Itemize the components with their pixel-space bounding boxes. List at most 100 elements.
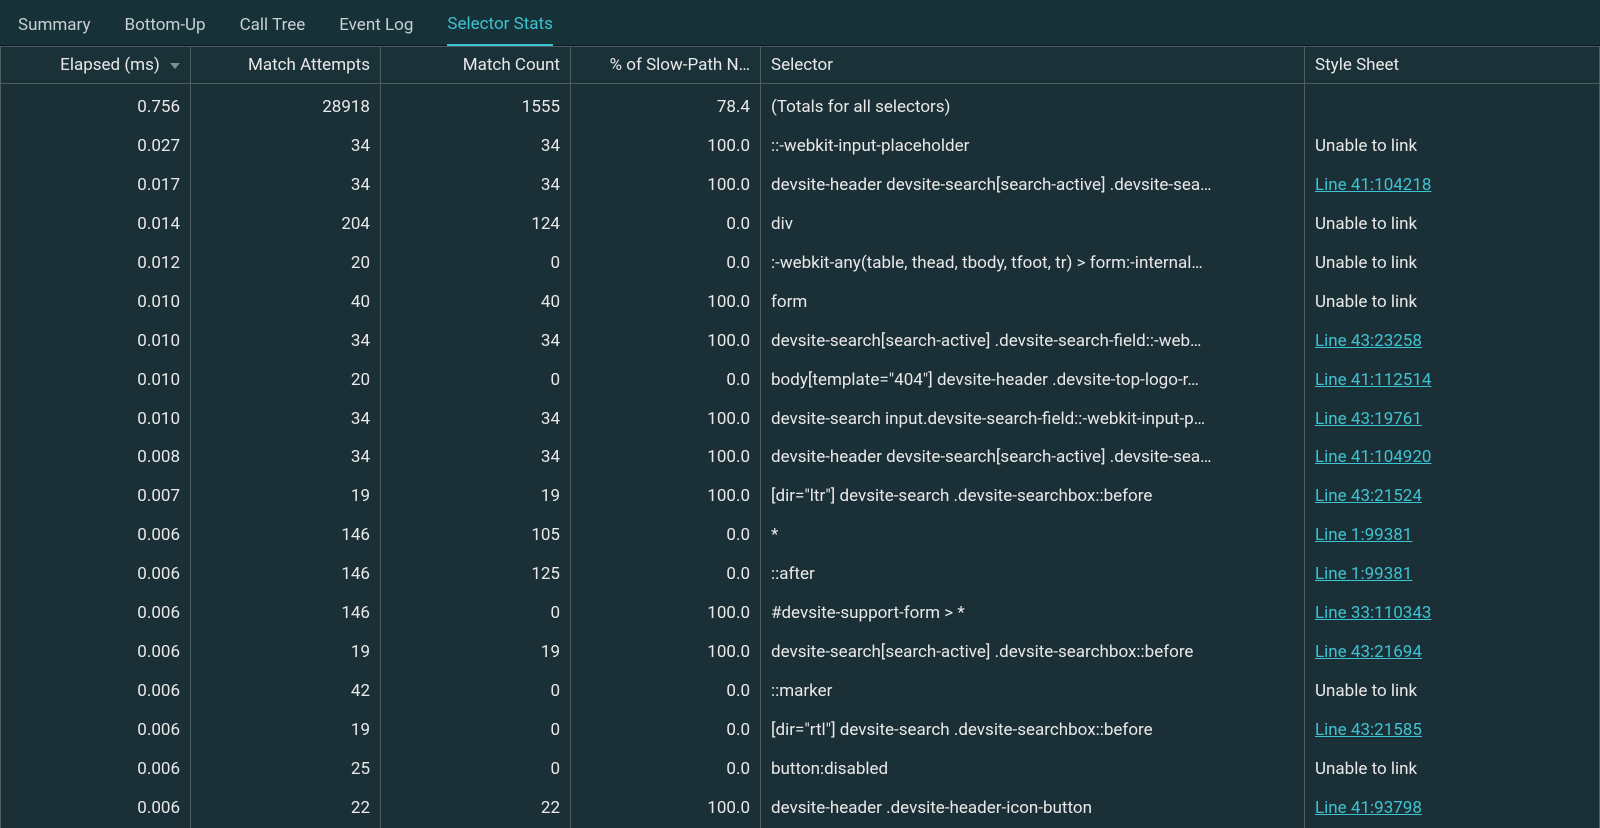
stylesheet-unable: Unable to link [1315, 292, 1417, 312]
cell-match-attempts: 34 [191, 400, 381, 439]
cell-match-count: 0 [381, 361, 571, 400]
cell-match-count: 19 [381, 633, 571, 672]
table-row[interactable]: 0.0062222100.0devsite-header .devsite-he… [1, 789, 1600, 828]
table-row[interactable]: 0.0122000.0:-webkit-any(table, thead, tb… [1, 244, 1600, 283]
cell-slow-path: 0.0 [571, 244, 761, 283]
table-row[interactable]: 0.0061919100.0devsite-search[search-acti… [1, 633, 1600, 672]
cell-elapsed: 0.756 [1, 84, 191, 127]
table-row[interactable]: 0.0061900.0[dir="rtl"] devsite-search .d… [1, 711, 1600, 750]
tab-bottom-up[interactable]: Bottom-Up [124, 9, 205, 45]
col-header-label: Match Attempts [248, 55, 370, 75]
cell-selector: devsite-header devsite-search[search-act… [761, 438, 1305, 477]
cell-match-count: 40 [381, 283, 571, 322]
tab-call-tree[interactable]: Call Tree [240, 9, 306, 45]
cell-match-count: 19 [381, 477, 571, 516]
cell-stylesheet: Line 1:99381 [1305, 516, 1600, 555]
table-row[interactable]: 0.0102000.0body[template="404"] devsite-… [1, 361, 1600, 400]
cell-slow-path: 100.0 [571, 400, 761, 439]
stylesheet-link[interactable]: Line 41:104218 [1315, 175, 1431, 195]
cell-match-attempts: 146 [191, 516, 381, 555]
col-header-stylesheet[interactable]: Style Sheet [1305, 47, 1600, 84]
table-row[interactable]: 0.0071919100.0[dir="ltr"] devsite-search… [1, 477, 1600, 516]
stylesheet-link[interactable]: Line 43:19761 [1315, 409, 1422, 429]
sort-descending-icon [170, 63, 180, 69]
cell-match-attempts: 34 [191, 322, 381, 361]
cell-elapsed: 0.006 [1, 633, 191, 672]
cell-selector: [dir="ltr"] devsite-search .devsite-sear… [761, 477, 1305, 516]
table-row[interactable]: 0.0173434100.0devsite-header devsite-sea… [1, 166, 1600, 205]
cell-elapsed: 0.007 [1, 477, 191, 516]
cell-slow-path: 100.0 [571, 127, 761, 166]
stylesheet-link[interactable]: Line 41:93798 [1315, 798, 1422, 818]
tab-event-log[interactable]: Event Log [339, 9, 413, 45]
cell-match-attempts: 22 [191, 789, 381, 828]
col-header-selector[interactable]: Selector [761, 47, 1305, 84]
stylesheet-link[interactable]: Line 1:99381 [1315, 564, 1412, 584]
stylesheet-link[interactable]: Line 41:112514 [1315, 370, 1431, 390]
cell-elapsed: 0.012 [1, 244, 191, 283]
stylesheet-link[interactable]: Line 33:110343 [1315, 603, 1431, 623]
cell-selector: form [761, 283, 1305, 322]
table-row[interactable]: 0.0064200.0::markerUnable to link [1, 672, 1600, 711]
cell-stylesheet: Unable to link [1305, 672, 1600, 711]
stylesheet-link[interactable]: Line 43:21524 [1315, 486, 1422, 506]
table-row[interactable]: 0.0103434100.0devsite-search input.devsi… [1, 400, 1600, 439]
cell-slow-path: 100.0 [571, 477, 761, 516]
cell-elapsed: 0.027 [1, 127, 191, 166]
cell-match-count: 22 [381, 789, 571, 828]
table-row[interactable]: 0.0061461250.0::afterLine 1:99381 [1, 555, 1600, 594]
col-header-elapsed[interactable]: Elapsed (ms) [1, 47, 191, 84]
stylesheet-link[interactable]: Line 43:23258 [1315, 331, 1422, 351]
col-header-match-count[interactable]: Match Count [381, 47, 571, 84]
cell-match-count: 0 [381, 244, 571, 283]
cell-match-count: 34 [381, 438, 571, 477]
col-header-slow-path[interactable]: % of Slow-Path N… [571, 47, 761, 84]
cell-slow-path: 100.0 [571, 789, 761, 828]
cell-match-attempts: 19 [191, 711, 381, 750]
cell-elapsed: 0.010 [1, 322, 191, 361]
cell-selector: button:disabled [761, 750, 1305, 789]
stylesheet-link[interactable]: Line 43:21585 [1315, 720, 1422, 740]
cell-elapsed: 0.008 [1, 438, 191, 477]
cell-selector: devsite-search[search-active] .devsite-s… [761, 633, 1305, 672]
cell-match-attempts: 40 [191, 283, 381, 322]
cell-stylesheet: Unable to link [1305, 244, 1600, 283]
cell-selector: div [761, 205, 1305, 244]
stylesheet-link[interactable]: Line 41:104920 [1315, 447, 1431, 467]
stylesheet-link[interactable]: Line 1:99381 [1315, 525, 1412, 545]
cell-stylesheet: Line 43:21694 [1305, 633, 1600, 672]
col-header-label: Style Sheet [1315, 55, 1399, 75]
cell-slow-path: 100.0 [571, 322, 761, 361]
tab-summary[interactable]: Summary [18, 9, 90, 45]
stylesheet-link[interactable]: Line 43:21694 [1315, 642, 1422, 662]
col-header-label: Selector [771, 55, 833, 75]
table-row[interactable]: 0.0061461050.0*Line 1:99381 [1, 516, 1600, 555]
cell-slow-path: 0.0 [571, 361, 761, 400]
cell-stylesheet: Line 41:93798 [1305, 789, 1600, 828]
col-header-match-attempts[interactable]: Match Attempts [191, 47, 381, 84]
tab-selector-stats[interactable]: Selector Stats [447, 8, 552, 46]
table-row[interactable]: 0.0273434100.0::-webkit-input-placeholde… [1, 127, 1600, 166]
stylesheet-unable: Unable to link [1315, 681, 1417, 701]
cell-elapsed: 0.010 [1, 361, 191, 400]
cell-elapsed: 0.006 [1, 594, 191, 633]
table-row[interactable]: 0.75628918155578.4(Totals for all select… [1, 84, 1600, 127]
table-row[interactable]: 0.0104040100.0formUnable to link [1, 283, 1600, 322]
cell-selector: ::marker [761, 672, 1305, 711]
table-row[interactable]: 0.0142041240.0divUnable to link [1, 205, 1600, 244]
table-row[interactable]: 0.0103434100.0devsite-search[search-acti… [1, 322, 1600, 361]
stylesheet-unable: Unable to link [1315, 214, 1417, 234]
col-header-label: % of Slow-Path N… [610, 55, 750, 75]
cell-stylesheet: Unable to link [1305, 127, 1600, 166]
cell-selector: (Totals for all selectors) [761, 84, 1305, 127]
cell-elapsed: 0.006 [1, 555, 191, 594]
table-row[interactable]: 0.0062500.0button:disabledUnable to link [1, 750, 1600, 789]
table-row[interactable]: 0.0061460100.0#devsite-support-form > *L… [1, 594, 1600, 633]
cell-match-count: 0 [381, 750, 571, 789]
cell-match-attempts: 42 [191, 672, 381, 711]
cell-slow-path: 100.0 [571, 633, 761, 672]
cell-match-attempts: 25 [191, 750, 381, 789]
table-row[interactable]: 0.0083434100.0devsite-header devsite-sea… [1, 438, 1600, 477]
cell-selector: devsite-search[search-active] .devsite-s… [761, 322, 1305, 361]
cell-stylesheet: Unable to link [1305, 750, 1600, 789]
